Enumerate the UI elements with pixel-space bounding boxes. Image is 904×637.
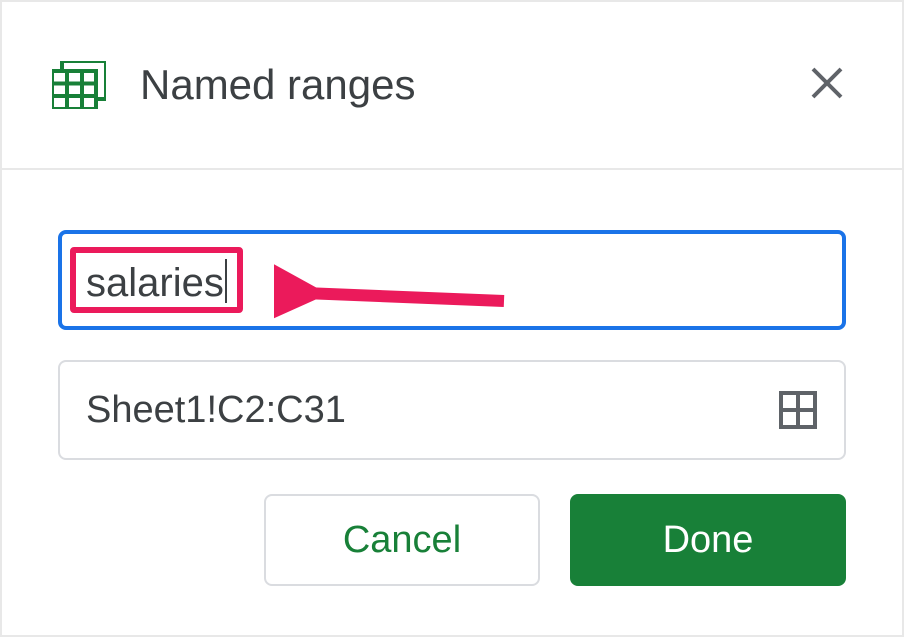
panel-header: Named ranges <box>2 2 902 170</box>
button-row: Cancel Done <box>58 494 846 586</box>
done-button[interactable]: Done <box>570 494 846 586</box>
cancel-button[interactable]: Cancel <box>264 494 540 586</box>
range-reference-input[interactable]: Sheet1!C2:C31 <box>58 360 846 460</box>
range-name-input[interactable]: salaries <box>58 230 846 330</box>
sheets-icon <box>52 61 106 109</box>
select-data-range-icon[interactable] <box>778 390 818 430</box>
panel-title: Named ranges <box>140 61 852 109</box>
done-button-label: Done <box>663 519 754 562</box>
panel-content: salaries Sheet1!C2:C31 Cancel Done <box>2 170 902 616</box>
range-name-value: salaries <box>86 263 224 303</box>
range-reference-value: Sheet1!C2:C31 <box>86 389 778 432</box>
annotation-highlight-box: salaries <box>70 247 243 313</box>
close-button[interactable] <box>802 60 852 110</box>
text-caret <box>225 259 227 303</box>
close-icon <box>807 63 847 108</box>
cancel-button-label: Cancel <box>343 519 461 562</box>
